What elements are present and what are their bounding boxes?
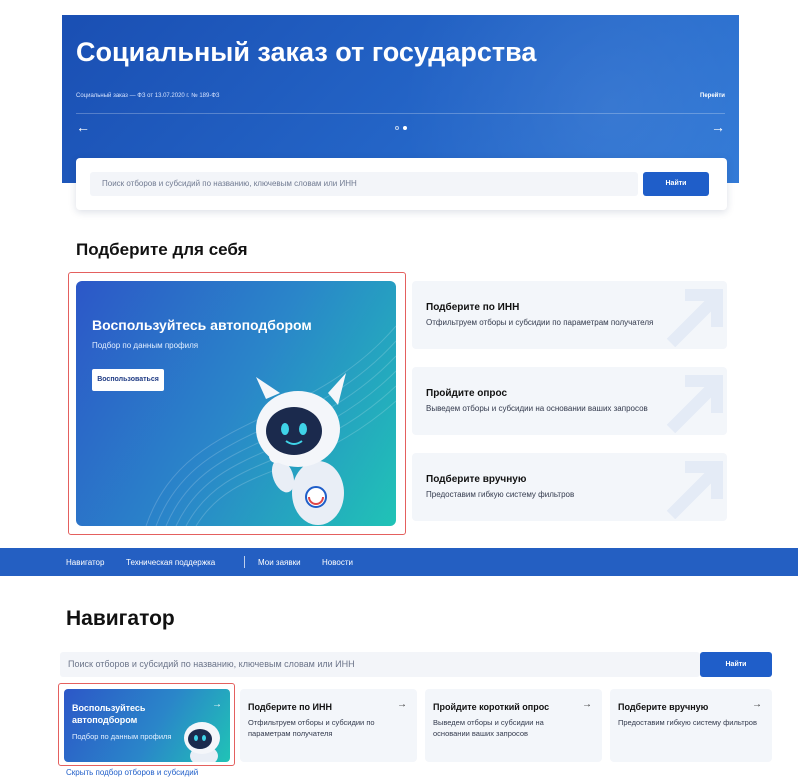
arrow-right-icon[interactable]: → [711,119,725,135]
hero-go-link[interactable]: Перейти [700,93,725,99]
option-subtitle: Выведем отборы и субсидии на основании в… [426,404,648,413]
arrow-left-icon[interactable]: ← [76,119,90,135]
arrow-right-icon: → [752,699,762,710]
arrow-right-icon: → [212,699,222,710]
autoselect-subtitle: Подбор по данным профиля [72,732,172,741]
search-input[interactable]: Поиск отборов и субсидий по названию, кл… [60,652,700,677]
option-card-inn[interactable]: Подберите по ИНН Отфильтруем отборы и су… [412,281,727,349]
arrow-decoration-icon [666,461,723,519]
option-card-manual[interactable]: Подберите вручную Предоставим гибкую сис… [412,453,727,521]
card-subtitle: Выведем отборы и субсидии на основании в… [433,718,544,738]
search-button[interactable]: Найти [700,652,772,677]
option-subtitle: Отфильтруем отборы и субсидии по парамет… [426,318,654,327]
option-title: Подберите вручную [426,474,527,485]
slider-dot-active[interactable] [403,126,407,130]
arrow-right-icon: → [582,699,592,710]
autoselect-subtitle: Подбор по данным профиля [92,341,199,350]
arrow-decoration-icon [666,289,723,347]
autoselect-title: Воспользуйтесь автоподбором [72,703,146,725]
nav-item-news[interactable]: Новости [322,558,353,567]
nav-card-manual[interactable]: Подберите вручную Предоставим гибкую сис… [610,689,772,762]
option-title: Подберите по ИНН [426,302,520,313]
page-title: Навигатор [66,607,175,630]
nav-item-navigator[interactable]: Навигатор [66,558,104,567]
option-card-survey[interactable]: Пройдите опрос Выведем отборы и субсидии… [412,367,727,435]
robot-icon [184,722,220,762]
autoselect-card[interactable]: Воспользуйтесь автоподбором Подбор по да… [76,281,396,526]
top-nav-bar: Навигатор Техническая поддержка Мои заяв… [0,548,798,576]
hide-selection-link[interactable]: Скрыть подбор отборов и субсидий [66,768,198,777]
arrow-right-icon: → [397,699,407,710]
slider-dot[interactable] [395,126,399,130]
hero-subtitle: Социальный заказ — ФЗ от 13.07.2020 г. №… [76,93,220,99]
hero-title: Социальный заказ от государства [76,37,537,67]
autoselect-title: Воспользуйтесь автоподбором [92,317,312,333]
search-panel: Поиск отборов и субсидий по названию, кл… [76,158,727,210]
section-title: Подберите для себя [76,240,248,259]
search-input[interactable]: Поиск отборов и субсидий по названию, кл… [90,172,638,196]
use-autoselect-button[interactable]: Воспользоваться [92,369,164,391]
nav-item-my-requests[interactable]: Мои заявки [258,558,301,567]
card-title: Пройдите короткий опрос [433,702,550,712]
card-subtitle: Отфильтруем отборы и субсидии по парамет… [248,718,375,738]
search-button[interactable]: Найти [643,172,709,196]
card-title: Подберите вручную [618,702,709,712]
slider-dots [395,126,407,130]
option-title: Пройдите опрос [426,388,508,399]
card-title: Подберите по ИНН [248,702,332,712]
card-subtitle: Предоставим гибкую систему фильтров [618,718,757,727]
nav-item-support[interactable]: Техническая поддержка [126,558,215,567]
nav-divider [244,556,245,568]
autoselect-card-compact[interactable]: Воспользуйтесь автоподбором Подбор по да… [64,689,230,762]
nav-card-survey[interactable]: Пройдите короткий опрос Выведем отборы и… [425,689,602,762]
arrow-decoration-icon [666,375,723,433]
option-subtitle: Предоставим гибкую систему фильтров [426,490,575,499]
nav-card-inn[interactable]: Подберите по ИНН Отфильтруем отборы и су… [240,689,417,762]
hero-divider [76,113,725,114]
